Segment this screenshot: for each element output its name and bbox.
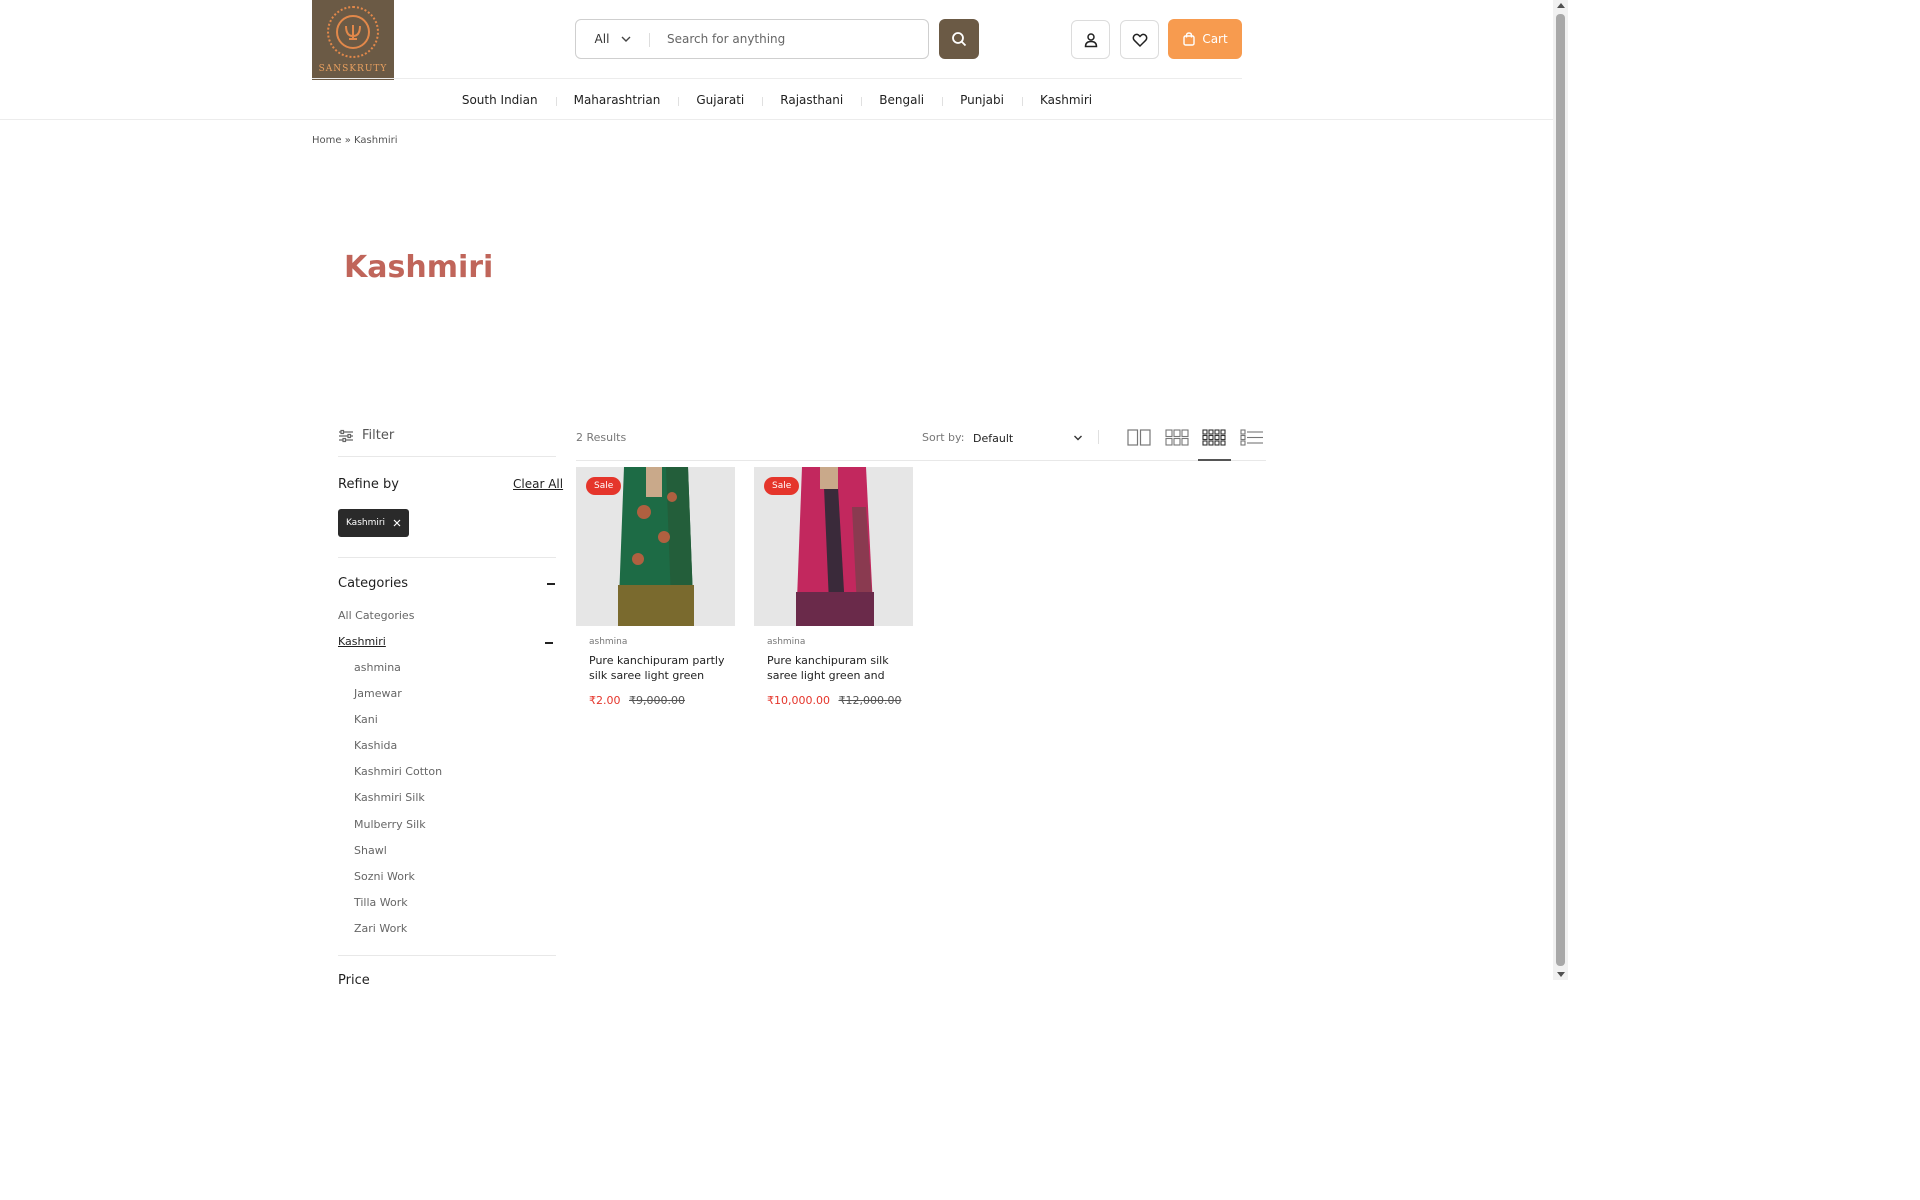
search-icon [952,32,967,47]
nav-item-gujarati[interactable]: Gujarati [678,93,762,107]
active-view-indicator [1198,459,1231,461]
chevron-down-icon [621,36,631,42]
categories-title[interactable]: Categories [338,576,408,591]
grid-3-icon[interactable] [1165,429,1189,446]
scroll-down-icon[interactable] [1557,972,1565,977]
header-divider [312,78,1242,79]
filter-toggle[interactable]: Filter [338,428,394,443]
nav-item-south-indian[interactable]: South Indian [444,93,556,107]
wishlist-button[interactable] [1120,20,1159,59]
trident-icon [336,15,370,49]
main-nav: South Indian Maharashtrian Gujarati Raja… [312,80,1242,119]
cart-button[interactable]: Cart [1168,19,1242,59]
subcategory-item[interactable]: Zari Work [354,922,442,948]
sidebar-divider [338,955,556,956]
chevron-down-icon [1074,435,1082,441]
close-icon[interactable] [393,519,401,527]
grid-4-icon[interactable] [1202,429,1226,446]
sort-value: Default [973,431,1014,445]
category-kashmiri-link[interactable]: Kashmiri [338,635,386,648]
nav-item-punjabi[interactable]: Punjabi [942,93,1022,107]
product-price: ₹2.00 ₹9,000.00 [576,694,735,707]
filter-label: Filter [362,428,395,443]
product-title[interactable]: Pure kanchipuram silk saree light green … [754,653,913,683]
subcategory-item[interactable]: Kani [354,713,442,739]
breadcrumb: Home » Kashmiri [312,135,398,146]
refine-by-label: Refine by [338,477,399,492]
toolbar-divider [576,460,1266,461]
regular-price: ₹12,000.00 [838,694,902,707]
sale-price: ₹2.00 [589,694,621,707]
page-title: Kashmiri [344,250,494,285]
subcategory-item[interactable]: Mulberry Silk [354,818,442,844]
nav-item-maharashtrian[interactable]: Maharashtrian [555,93,679,107]
collapse-kashmiri-icon[interactable] [545,642,553,644]
search-bar: All [575,19,929,59]
search-button[interactable] [939,19,979,59]
nav-item-kashmiri[interactable]: Kashmiri [1021,93,1110,107]
regular-price: ₹9,000.00 [629,694,685,707]
breadcrumb-separator: » [344,135,351,146]
subcategory-item[interactable]: Kashmiri Silk [354,791,442,817]
search-input[interactable] [650,20,928,58]
cart-label: Cart [1202,32,1228,46]
breadcrumb-current: Kashmiri [354,135,398,146]
list-icon[interactable] [1240,429,1264,446]
subcategory-item[interactable]: ashmina [354,661,442,687]
logo-emblem-icon [327,6,379,58]
sale-badge: Sale [586,477,622,495]
product-price: ₹10,000.00 ₹12,000.00 [754,694,913,707]
subcategory-item[interactable]: Shawl [354,844,442,870]
clear-all-link[interactable]: Clear All [513,477,563,491]
product-brand[interactable]: ashmina [754,637,913,647]
account-button[interactable] [1071,20,1110,59]
page-scrollbar[interactable] [1553,0,1568,980]
grid-2-icon[interactable] [1127,429,1151,446]
scrollbar-thumb[interactable] [1556,14,1565,966]
nav-item-rajasthani[interactable]: Rajasthani [762,93,861,107]
subcategory-item[interactable]: Jamewar [354,687,442,713]
user-icon [1084,32,1097,47]
nav-divider [0,119,1553,120]
price-section-title[interactable]: Price [338,973,370,988]
sort-label: Sort by: [922,431,965,444]
product-image[interactable]: Sale [576,467,735,626]
search-category-value: All [594,32,610,46]
active-filter-label: Kashmiri [345,518,386,528]
collapse-categories-icon[interactable] [547,583,555,585]
sliders-icon [339,429,353,442]
bag-icon [1183,32,1196,46]
product-brand[interactable]: ashmina [576,637,735,647]
product-card[interactable]: Sale ashmina Pure kanchipuram partly sil… [576,467,735,707]
subcategory-item[interactable]: Kashmiri Cotton [354,765,442,791]
results-count: 2 Results [576,431,627,444]
breadcrumb-home[interactable]: Home [312,135,342,146]
product-card[interactable]: Sale ashmina Pure kanchipuram silk saree… [754,467,913,707]
sidebar-divider [338,456,556,457]
sort-select[interactable]: Default [973,428,1083,448]
logo-text: SANSKRUTY [318,64,388,74]
product-image[interactable]: Sale [754,467,913,626]
search-category-select[interactable]: All [576,20,650,58]
product-title[interactable]: Pure kanchipuram partly silk saree light… [576,653,735,683]
sale-badge: Sale [764,477,800,495]
sale-price: ₹10,000.00 [767,694,830,707]
nav-item-bengali[interactable]: Bengali [861,93,942,107]
all-categories-link[interactable]: All Categories [338,609,414,622]
toolbar-divider [1098,430,1099,444]
scroll-up-icon[interactable] [1557,3,1565,8]
subcategory-item[interactable]: Sozni Work [354,870,442,896]
subcategory-item[interactable]: Kashida [354,739,442,765]
subcategory-list: ashmina Jamewar Kani Kashida Kashmiri Co… [354,661,442,948]
subcategory-item[interactable]: Tilla Work [354,896,442,922]
active-filter-chip[interactable]: Kashmiri [338,509,409,537]
heart-icon [1132,33,1147,47]
sidebar-divider [338,557,556,558]
site-logo[interactable]: SANSKRUTY [312,0,394,80]
